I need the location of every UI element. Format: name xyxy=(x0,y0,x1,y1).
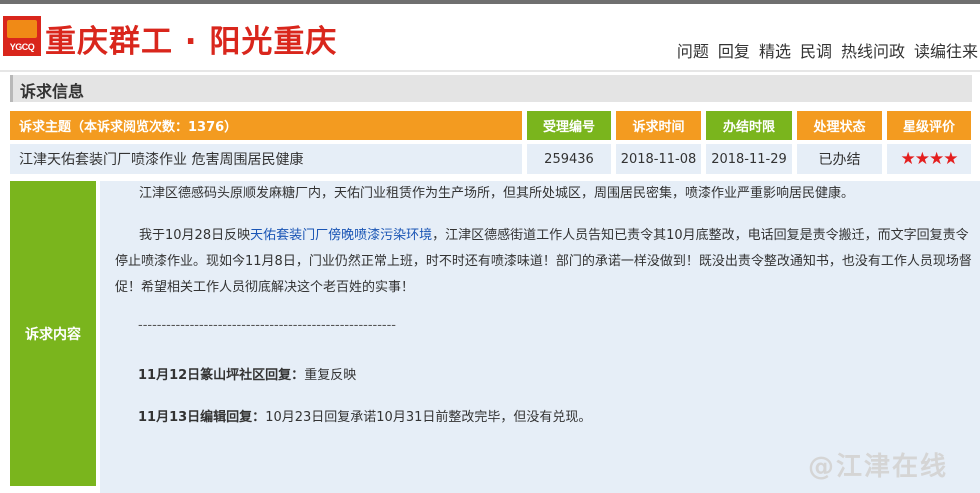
star-rating-icon: ★★★★ xyxy=(900,149,959,169)
logo-mark-icon xyxy=(7,20,37,38)
reply-editor-label: 11月13日编辑回复： xyxy=(138,410,266,425)
header-deadline: 办结时限 xyxy=(706,111,792,140)
header-subject: 诉求主题（本诉求阅览次数：1376） xyxy=(10,111,522,140)
reply-community-text: 重复反映 xyxy=(304,368,357,383)
nav-item-hotline[interactable]: 热线问政 xyxy=(841,38,905,62)
site-header: YGCQ 重庆群工 · 阳光重庆 问题 回复 精选 民调 热线问政 读编往来 xyxy=(0,4,980,72)
header-divider xyxy=(0,70,980,72)
watermark: @江津在线 xyxy=(808,452,949,482)
reply-community: 11月12日篆山坪社区回复：重复反映 xyxy=(138,364,356,383)
content-divider: ----------------------------------------… xyxy=(138,318,397,333)
header-rating: 星级评价 xyxy=(887,111,971,140)
para2-intro: 我于10月28日反映 xyxy=(139,228,251,243)
content-paragraph-1: 江津区德感码头原顺发麻糖厂内，天佑门业租赁作为生产场所，但其所处城区，周围居民密… xyxy=(139,186,855,201)
row-subject[interactable]: 江津天佑套装门厂喷漆作业 危害周围居民健康 xyxy=(10,144,522,174)
header-status: 处理状态 xyxy=(797,111,882,140)
content-paragraph-2: 我于10月28日反映天佑套装门厂傍晚喷漆污染环境，江津区德感街道工作人员告知已责… xyxy=(115,223,975,301)
row-rating: ★★★★ xyxy=(887,144,971,174)
row-time: 2018-11-08 xyxy=(616,144,701,174)
para2-highlight-link[interactable]: 天佑套装门厂傍晚喷漆污染环境 xyxy=(250,228,432,243)
row-case-no: 259436 xyxy=(527,144,611,174)
section-header: 诉求信息 xyxy=(10,75,972,102)
logo-abbr: YGCQ xyxy=(9,42,35,52)
site-logo[interactable]: YGCQ xyxy=(3,16,41,56)
header-time: 诉求时间 xyxy=(616,111,701,140)
nav-item-questions[interactable]: 问题 xyxy=(677,38,709,62)
nav-item-polls[interactable]: 民调 xyxy=(800,38,832,62)
header-case-no: 受理编号 xyxy=(527,111,611,140)
section-title: 诉求信息 xyxy=(20,82,85,101)
content-label: 诉求内容 xyxy=(10,181,96,486)
nav-item-reader-editor[interactable]: 读编往来 xyxy=(914,38,978,62)
reply-editor-text: 10月23日回复承诺10月31日前整改完毕，但没有兑现。 xyxy=(265,410,592,425)
nav-item-featured[interactable]: 精选 xyxy=(759,38,791,62)
site-title[interactable]: 重庆群工 · 阳光重庆 xyxy=(45,16,337,61)
reply-editor: 11月13日编辑回复：10月23日回复承诺10月31日前整改完毕，但没有兑现。 xyxy=(138,406,591,425)
reply-community-label: 11月12日篆山坪社区回复： xyxy=(138,368,305,383)
row-deadline: 2018-11-29 xyxy=(706,144,792,174)
nav-item-replies[interactable]: 回复 xyxy=(718,38,750,62)
top-nav: 问题 回复 精选 民调 热线问政 读编往来 xyxy=(677,38,978,62)
row-status: 已办结 xyxy=(797,144,882,174)
